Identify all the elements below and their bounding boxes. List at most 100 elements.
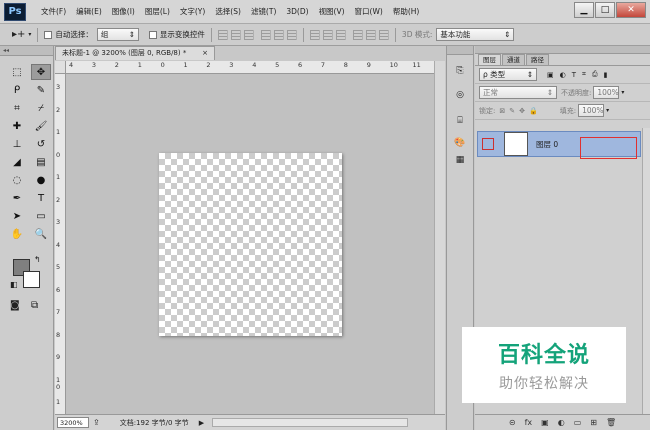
export-icon[interactable]: ⇪	[93, 418, 100, 427]
close-tab-icon[interactable]: ×	[202, 47, 208, 60]
tab-channels[interactable]: 通道	[502, 54, 525, 65]
distribute-hcenter-icon[interactable]	[365, 29, 376, 40]
opacity-field[interactable]: 100%	[593, 86, 620, 99]
filter-shape-icon[interactable]: ⌗	[582, 70, 586, 79]
history-panel-icon[interactable]: ⎘	[451, 64, 469, 78]
menu-item[interactable]: 滤镜(T)	[246, 0, 281, 24]
swatches-panel-icon[interactable]: 🎨	[451, 136, 469, 150]
filter-adjust-icon[interactable]: ◐	[560, 71, 566, 79]
distribute-top-icon[interactable]	[309, 29, 320, 40]
lock-transparent-icon[interactable]: ⊠	[499, 107, 505, 115]
shape-tool-icon[interactable]: ▭	[31, 208, 51, 224]
eraser-tool-icon[interactable]: ◢	[7, 154, 27, 170]
stamp-tool-icon[interactable]: ⊥	[7, 136, 27, 152]
canvas-area[interactable]	[66, 74, 434, 414]
menu-item[interactable]: 帮助(H)	[388, 0, 425, 24]
quick-mask-icon[interactable]: ◙	[10, 300, 20, 311]
swap-colors-icon[interactable]: ↰	[34, 255, 41, 264]
move-tool-icon[interactable]: ✥	[31, 64, 51, 80]
distribute-right-icon[interactable]	[378, 29, 389, 40]
hand-tool-icon[interactable]: ✋	[7, 226, 27, 242]
add-mask-icon[interactable]: ▣	[541, 418, 549, 427]
layer-thumbnail[interactable]	[504, 132, 528, 156]
filter-type-icon[interactable]: T	[572, 71, 576, 79]
new-group-icon[interactable]: ▭	[574, 418, 582, 427]
vertical-scrollbar[interactable]	[434, 61, 445, 414]
delete-layer-icon[interactable]: 🗑	[606, 418, 616, 427]
zoom-field[interactable]: 3200%	[57, 417, 89, 428]
auto-select-checkbox[interactable]: 自动选择：	[44, 29, 93, 40]
new-layer-icon[interactable]: ⊞	[590, 418, 597, 427]
tab-layers[interactable]: 图层	[478, 54, 501, 65]
link-layers-icon[interactable]: ⊝	[509, 418, 516, 427]
history-brush-tool-icon[interactable]: ↺	[31, 136, 51, 152]
maximize-button[interactable]: □	[595, 2, 615, 18]
menu-item[interactable]: 编辑(E)	[71, 0, 107, 24]
lock-position-icon[interactable]: ✥	[519, 107, 525, 115]
auto-select-dropdown[interactable]: 组 ⇕	[96, 28, 139, 41]
align-bottom-icon[interactable]	[243, 29, 254, 40]
workspace-dropdown[interactable]: 基本功能 ⇕	[436, 28, 515, 41]
minimize-button[interactable]: ▁	[574, 2, 594, 18]
align-left-icon[interactable]	[260, 29, 271, 40]
checkbox-box[interactable]	[148, 30, 157, 39]
blur-tool-icon[interactable]: ◌	[7, 172, 27, 188]
document-tab[interactable]: 未标题-1 @ 3200% (图层 0, RGB/8) * ×	[55, 46, 215, 60]
crop-tool-icon[interactable]: ⌗	[7, 100, 27, 116]
lock-pixels-icon[interactable]: ✎	[509, 107, 515, 115]
menu-item[interactable]: 选择(S)	[210, 0, 246, 24]
blend-mode-dropdown[interactable]: 正常 ⇕	[479, 86, 557, 99]
arrow-right-icon[interactable]: ▶	[199, 419, 204, 427]
healing-tool-icon[interactable]: ✚	[7, 118, 27, 134]
menu-item[interactable]: 3D(D)	[281, 0, 313, 24]
menu-item[interactable]: 文字(Y)	[175, 0, 210, 24]
fill-field[interactable]: 100%	[578, 104, 605, 117]
fx-icon[interactable]: fx	[525, 418, 533, 427]
move-tool-preset[interactable]: ▸+ ▾	[12, 29, 31, 40]
menu-item[interactable]: 图像(I)	[107, 0, 140, 24]
distribute-left-icon[interactable]	[352, 29, 363, 40]
screen-mode-icon[interactable]: ⧉	[31, 300, 38, 311]
layer-filter-dropdown[interactable]: ρ 类型 ⇕	[479, 68, 537, 81]
lasso-tool-icon[interactable]: ᑭ	[7, 82, 27, 98]
layer-name[interactable]: 图层 0	[536, 139, 558, 150]
background-color-swatch[interactable]	[23, 271, 40, 288]
distribute-bottom-icon[interactable]	[335, 29, 346, 40]
filter-toggle-icon[interactable]: ▮	[604, 71, 608, 79]
horizontal-ruler[interactable]: 4 3 2 1 0 1 2 3 4 5 6 7 8 9 10 11	[66, 61, 434, 74]
lock-all-icon[interactable]: 🔒	[529, 107, 538, 115]
vertical-ruler[interactable]: 32101234567891 01	[55, 74, 66, 414]
show-transform-checkbox[interactable]: 显示变换控件	[148, 29, 205, 40]
adjustments-panel-icon[interactable]: ◎	[451, 88, 469, 102]
eyedropper-tool-icon[interactable]: ⌿	[31, 100, 51, 116]
horizontal-scrollbar[interactable]	[212, 418, 409, 427]
marquee-tool-icon[interactable]: ⬚	[7, 64, 27, 80]
path-select-tool-icon[interactable]: ➤	[7, 208, 27, 224]
layers-panel-header[interactable]	[475, 46, 650, 54]
quick-select-tool-icon[interactable]: ✎	[31, 82, 51, 98]
menu-item[interactable]: 窗口(W)	[350, 0, 388, 24]
pen-tool-icon[interactable]: ✒	[7, 190, 27, 206]
gradient-tool-icon[interactable]: ▤	[31, 154, 51, 170]
distribute-buttons[interactable]	[309, 29, 389, 40]
chevron-down-icon[interactable]: ▾	[621, 89, 624, 96]
menu-item[interactable]: 文件(F)	[36, 0, 71, 24]
grid-panel-icon[interactable]: ▦	[451, 153, 469, 167]
filter-pixel-icon[interactable]: ▣	[547, 71, 554, 79]
align-vcenter-icon[interactable]	[230, 29, 241, 40]
tools-panel-header[interactable]: ◂◂	[0, 46, 53, 56]
checkbox-box[interactable]	[44, 30, 53, 39]
align-buttons[interactable]	[217, 29, 297, 40]
align-hcenter-icon[interactable]	[273, 29, 284, 40]
close-button[interactable]: ✕	[616, 2, 646, 18]
dodge-tool-icon[interactable]: ●	[31, 172, 51, 188]
align-right-icon[interactable]	[286, 29, 297, 40]
zoom-tool-icon[interactable]: 🔍	[31, 226, 51, 242]
menu-item[interactable]: 视图(V)	[314, 0, 350, 24]
adjustment-layer-icon[interactable]: ◐	[558, 418, 565, 427]
chevron-down-icon[interactable]: ▾	[606, 107, 609, 114]
distribute-vcenter-icon[interactable]	[322, 29, 333, 40]
align-top-icon[interactable]	[217, 29, 228, 40]
properties-panel-icon[interactable]: ⌸	[451, 114, 469, 128]
menu-item[interactable]: 图层(L)	[140, 0, 175, 24]
